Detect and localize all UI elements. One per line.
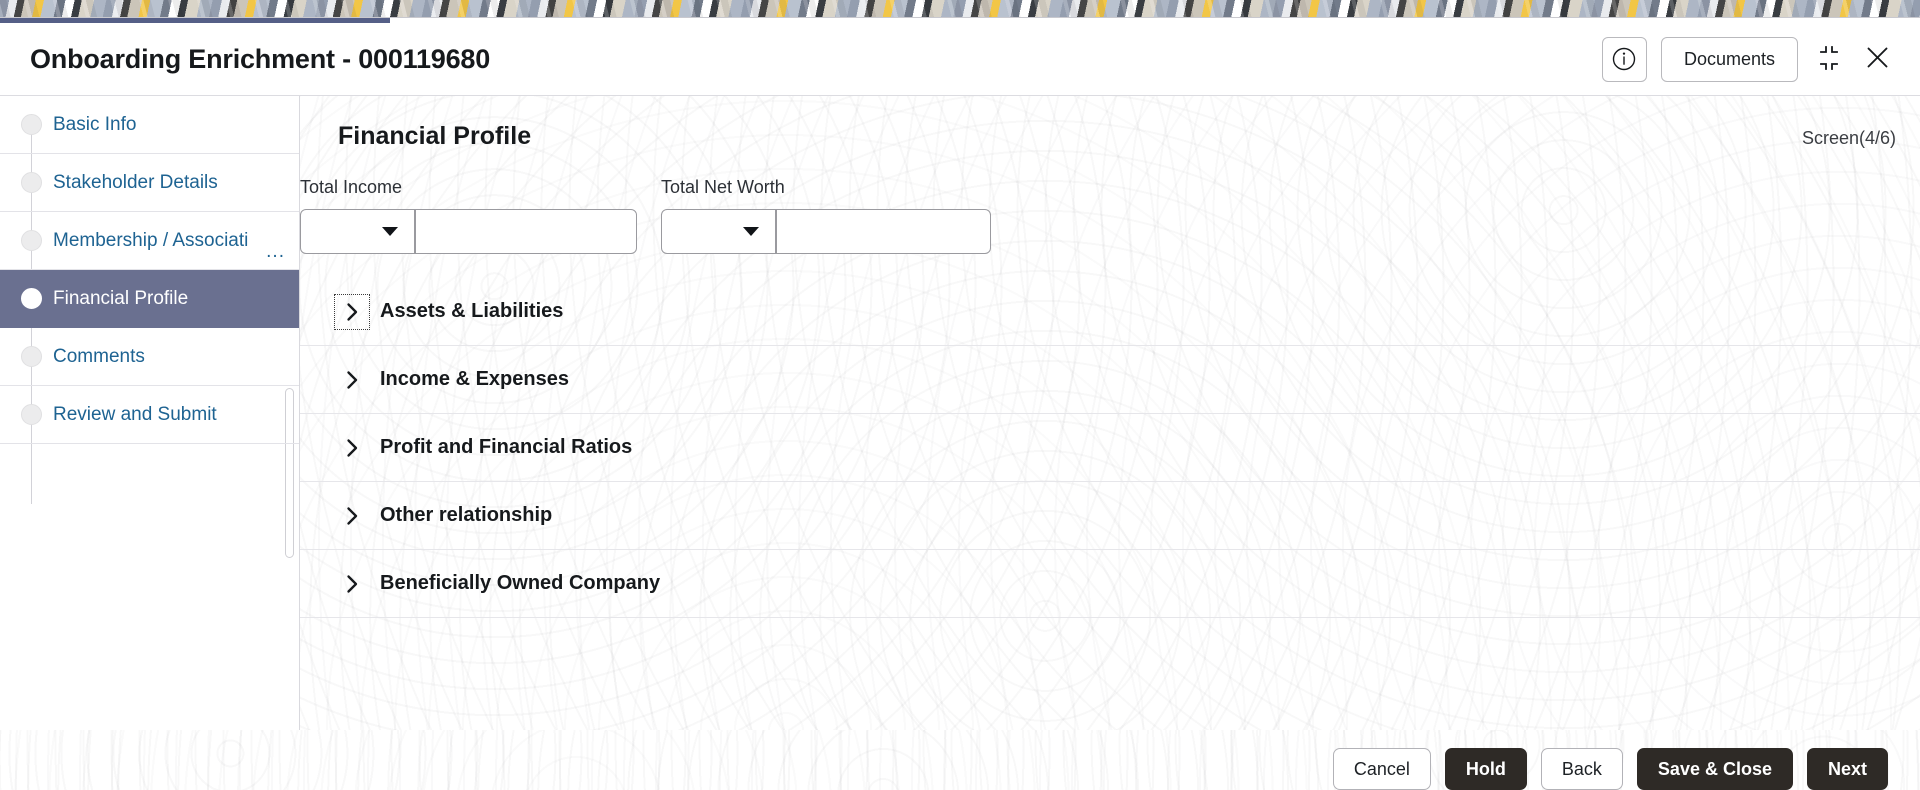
back-button[interactable]: Back [1541, 748, 1623, 790]
financial-accordion: Assets & Liabilities Income & Expenses Pro… [300, 278, 1920, 618]
step-dot-icon [21, 172, 42, 193]
chevron-right-icon [338, 434, 366, 462]
sidebar-item-comments[interactable]: Comments [0, 328, 299, 386]
sidebar-item-financial-profile[interactable]: Financial Profile [0, 270, 299, 328]
chevron-down-icon [743, 227, 759, 236]
chevron-right-icon [338, 502, 366, 530]
onboarding-modal: Onboarding Enrichment - 000119680 Docume… [0, 17, 1920, 790]
total-net-worth-currency-select[interactable] [661, 209, 776, 254]
minimize-button[interactable] [1812, 42, 1846, 76]
chevron-right-icon [338, 298, 366, 326]
accordion-section-beneficially-owned-company[interactable]: Beneficially Owned Company [300, 550, 1920, 618]
sidebar-item-review-and-submit[interactable]: Review and Submit [0, 386, 299, 444]
sidebar-item-label: Financial Profile [53, 288, 188, 310]
next-button[interactable]: Next [1807, 748, 1888, 790]
accordion-section-title: Income & Expenses [380, 368, 569, 391]
wizard-step-list: Basic Info Stakeholder Details Membership … [0, 96, 299, 444]
sidebar-item-label: Comments [53, 346, 145, 368]
sidebar-item-ellipsis: ... [266, 242, 285, 261]
sidebar-item-label: Membership / Associati [53, 230, 248, 252]
content-header: Financial Profile Screen(4/6) [300, 96, 1920, 151]
documents-button[interactable]: Documents [1661, 37, 1798, 82]
total-income-input[interactable] [415, 209, 637, 254]
step-dot-icon [21, 404, 42, 425]
accordion-section-title: Other relationship [380, 504, 552, 527]
financial-fields-row: Total Income Total Net Worth [300, 151, 1920, 254]
screen-counter: Screen(4/6) [1802, 128, 1896, 149]
total-net-worth-input[interactable] [776, 209, 991, 254]
step-dot-icon [21, 230, 42, 251]
accordion-section-profit-and-financial-ratios[interactable]: Profit and Financial Ratios [300, 414, 1920, 482]
total-net-worth-control [661, 209, 991, 254]
footer-button-bar: Cancel Hold Back Save & Close Next [0, 730, 1920, 790]
modal-footer: Cancel Hold Back Save & Close Next [0, 730, 1920, 790]
total-net-worth-field-group: Total Net Worth [661, 177, 991, 254]
info-button[interactable] [1602, 37, 1647, 82]
sidebar-item-basic-info[interactable]: Basic Info [0, 96, 299, 154]
modal-titlebar: Onboarding Enrichment - 000119680 Docume… [0, 23, 1920, 96]
close-button[interactable] [1860, 42, 1894, 76]
sidebar-item-stakeholder-details[interactable]: Stakeholder Details [0, 154, 299, 212]
accordion-section-title: Beneficially Owned Company [380, 572, 660, 595]
info-circle-icon [1611, 46, 1637, 72]
total-income-label: Total Income [300, 177, 637, 198]
step-dot-icon [21, 288, 42, 309]
save-close-button[interactable]: Save & Close [1637, 748, 1793, 790]
chevron-right-icon [338, 570, 366, 598]
wizard-sidebar: Basic Info Stakeholder Details Membership … [0, 96, 300, 730]
accordion-section-income-expenses[interactable]: Income & Expenses [300, 346, 1920, 414]
main-content: Financial Profile Screen(4/6) Total Inco… [300, 96, 1920, 730]
collapse-icon [1815, 44, 1843, 75]
total-income-field-group: Total Income [300, 177, 637, 254]
total-income-control [300, 209, 637, 254]
sidebar-item-membership-associati[interactable]: Membership / Associati... [0, 212, 299, 270]
close-icon [1864, 44, 1891, 74]
hold-button[interactable]: Hold [1445, 748, 1527, 790]
step-dot-icon [21, 346, 42, 367]
total-income-currency-select[interactable] [300, 209, 415, 254]
chevron-down-icon [382, 227, 398, 236]
accordion-section-title: Assets & Liabilities [380, 300, 563, 323]
total-net-worth-label: Total Net Worth [661, 177, 991, 198]
accordion-section-assets-liabilities[interactable]: Assets & Liabilities [300, 278, 1920, 346]
page-title: Onboarding Enrichment - 000119680 [30, 44, 490, 75]
cancel-button[interactable]: Cancel [1333, 748, 1431, 790]
titlebar-actions: Documents [1602, 37, 1894, 82]
modal-body: Basic Info Stakeholder Details Membership … [0, 96, 1920, 730]
sidebar-item-label: Stakeholder Details [53, 172, 218, 194]
accordion-section-other-relationship[interactable]: Other relationship [300, 482, 1920, 550]
section-title: Financial Profile [338, 122, 531, 151]
chevron-right-icon [338, 366, 366, 394]
sidebar-item-label: Basic Info [53, 114, 136, 136]
step-dot-icon [21, 114, 42, 135]
sidebar-item-label: Review and Submit [53, 404, 217, 426]
accordion-section-title: Profit and Financial Ratios [380, 436, 632, 459]
